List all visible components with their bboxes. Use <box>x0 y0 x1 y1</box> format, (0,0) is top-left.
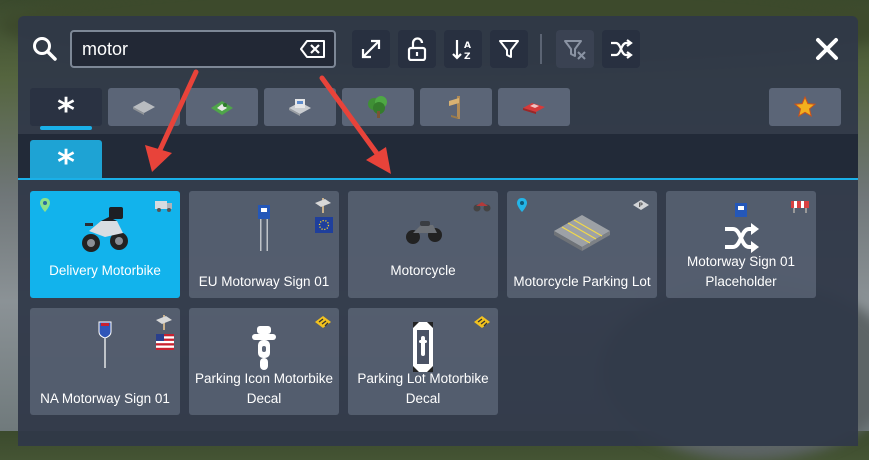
search-input[interactable]: motor <box>70 30 336 68</box>
asset-card-label: EU Motorway Sign 01 <box>198 274 330 289</box>
eu-motorway-sign-icon <box>258 205 270 251</box>
road-tile-icon <box>133 101 155 115</box>
tab-terrain[interactable] <box>186 88 258 126</box>
star-icon <box>793 95 817 118</box>
barrier-category-icon <box>791 201 809 213</box>
expand-icon <box>361 39 381 59</box>
sign-post-icon <box>449 96 460 119</box>
asset-card-parking-lot-motorbike-decal[interactable]: Parking Lot Motorbike Decal <box>348 308 498 415</box>
placeholder-shuffle-icon <box>725 203 759 253</box>
tab-nature[interactable] <box>342 88 414 126</box>
sign-category-icon <box>315 198 331 213</box>
decal-category-icon <box>474 316 490 328</box>
motorbike-decal-icon <box>252 326 276 370</box>
unlock-button[interactable] <box>398 30 436 68</box>
asset-card-motorway-sign-placeholder[interactable]: Motorway Sign 01 Placeholder <box>666 191 816 298</box>
asset-card-label: Motorcycle Parking Lot <box>513 274 651 289</box>
asset-card-delivery-motorbike[interactable]: Delivery Motorbike <box>30 191 180 298</box>
parking-category-icon: P <box>633 200 649 210</box>
asset-grid: Delivery Motorbike EU Motorway Sign 01 M… <box>18 180 858 446</box>
tab-props[interactable] <box>420 88 492 126</box>
shuffle-button[interactable] <box>602 30 640 68</box>
asset-card-label: NA Motorway Sign 01 <box>40 391 170 406</box>
motorcycle-category-icon <box>473 202 491 212</box>
car-icon <box>523 103 545 114</box>
filter-button[interactable] <box>490 30 528 68</box>
shuffle-icon <box>611 39 633 59</box>
clear-search-icon[interactable] <box>300 40 326 58</box>
truck-icon <box>155 201 172 212</box>
asset-card-label: Motorway Sign 01 Placeholder <box>686 254 796 289</box>
eu-flag-icon <box>315 217 333 233</box>
tab-vehicles[interactable] <box>498 88 570 126</box>
search-input-value: motor <box>82 39 129 59</box>
clear-filter-icon <box>564 40 586 60</box>
tab-roads[interactable] <box>108 88 180 126</box>
unlock-icon <box>407 37 427 61</box>
parking-lot-decal-icon <box>413 322 433 372</box>
sort-alpha-icon: A Z <box>452 40 471 61</box>
asterisk-icon: * <box>57 91 75 131</box>
asterisk-icon: * <box>57 143 75 183</box>
subcategory-bar: * <box>18 134 858 180</box>
clear-filter-button[interactable] <box>556 30 594 68</box>
close-icon[interactable] <box>814 36 840 62</box>
tree-icon <box>368 96 387 118</box>
asset-card-eu-motorway-sign[interactable]: EU Motorway Sign 01 <box>189 191 339 298</box>
delivery-motorbike-icon <box>82 207 128 252</box>
toolbar-divider <box>540 34 542 64</box>
tab-favorites[interactable] <box>769 88 841 126</box>
decal-category-icon <box>315 316 331 328</box>
us-flag-icon <box>156 334 174 350</box>
sign-category-icon <box>156 315 172 330</box>
toolbar: motor A Z <box>18 16 858 82</box>
sort-button[interactable]: A Z <box>444 30 482 68</box>
asset-card-parking-icon-motorbike-decal[interactable]: Parking Icon Motorbike Decal <box>189 308 339 415</box>
search-icon <box>33 37 57 61</box>
active-tab-indicator <box>40 126 92 130</box>
asset-browser-panel: motor A Z * * Delivery Motorbike EU Moto… <box>18 16 858 446</box>
asset-card-na-motorway-sign[interactable]: NA Motorway Sign 01 <box>30 308 180 415</box>
na-motorway-sign-icon <box>98 321 112 368</box>
asset-card-label: Motorcycle <box>390 263 456 278</box>
motorcycle-parking-lot-icon <box>554 215 610 251</box>
asset-card-motorcycle[interactable]: Motorcycle <box>348 191 498 298</box>
expand-button[interactable] <box>352 30 390 68</box>
asset-card-label: Parking Icon Motorbike Decal <box>194 371 334 406</box>
building-icon <box>289 99 311 116</box>
asset-card-label: Parking Lot Motorbike Decal <box>357 371 489 406</box>
asset-card-motorcycle-parking-lot[interactable]: P Motorcycle Parking Lot <box>507 191 657 298</box>
svg-text:Z: Z <box>464 52 471 61</box>
svg-text:P: P <box>639 202 644 209</box>
filter-icon <box>499 40 519 58</box>
tab-buildings[interactable] <box>264 88 336 126</box>
asset-card-label: Delivery Motorbike <box>49 263 161 278</box>
tab-all[interactable]: * <box>30 88 102 131</box>
location-pin-icon <box>40 198 50 212</box>
svg-text:A: A <box>464 41 471 51</box>
location-pin-icon <box>517 198 527 212</box>
terrain-icon <box>211 101 233 115</box>
motorcycle-icon <box>406 221 442 244</box>
subtab-all[interactable]: * <box>30 140 102 183</box>
